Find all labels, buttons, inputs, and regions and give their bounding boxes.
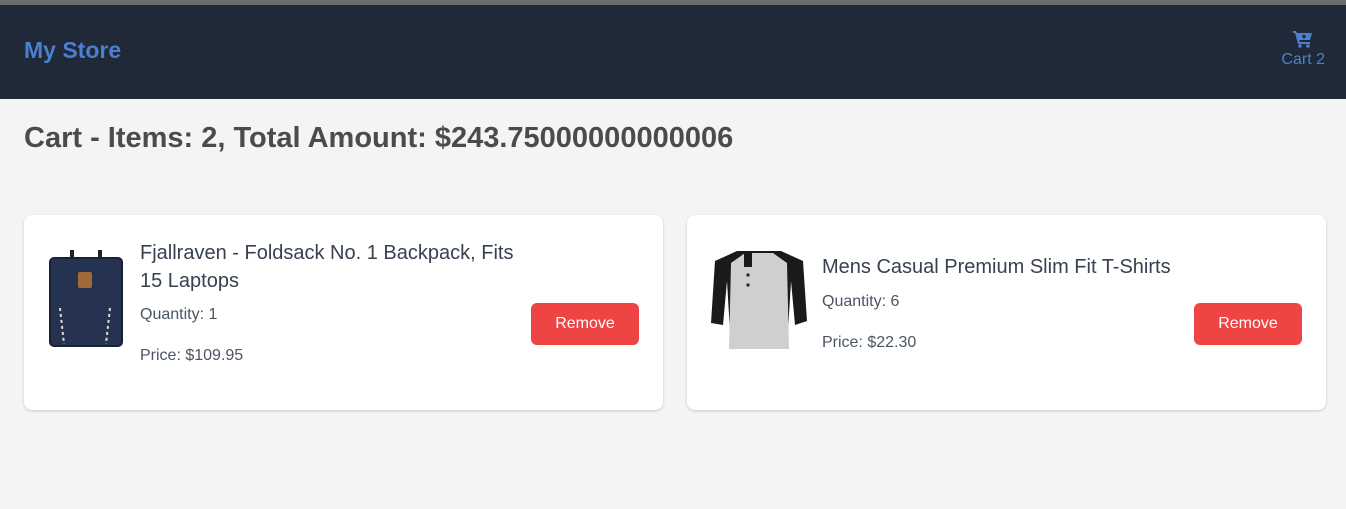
cart-item-card: Fjallraven - Foldsack No. 1 Backpack, Fi… [24,215,663,410]
item-quantity: Quantity: 6 [822,293,900,310]
shopping-cart-icon [1293,31,1313,48]
item-price: Price: $109.95 [140,347,244,364]
item-price: Price: $22.30 [822,334,917,351]
cart-link[interactable]: Cart 2 [1281,30,1325,69]
tshirt-image [711,251,807,349]
item-title: Fjallraven - Foldsack No. 1 Backpack, Fi… [140,242,514,292]
cart-label: Cart 2 [1281,51,1325,68]
backpack-image [49,250,123,347]
remove-button[interactable]: Remove [531,303,639,345]
navbar: My Store Cart 2 [0,5,1346,99]
store-brand[interactable]: My Store [24,37,121,64]
cart-summary-heading: Cart - Items: 2, Total Amount: $243.7500… [24,122,734,154]
remove-button[interactable]: Remove [1194,303,1302,345]
item-quantity: Quantity: 1 [140,306,218,323]
cart-item-card: Mens Casual Premium Slim Fit T-Shirts Qu… [687,215,1326,410]
item-title: Mens Casual Premium Slim Fit T-Shirts [822,256,1171,278]
